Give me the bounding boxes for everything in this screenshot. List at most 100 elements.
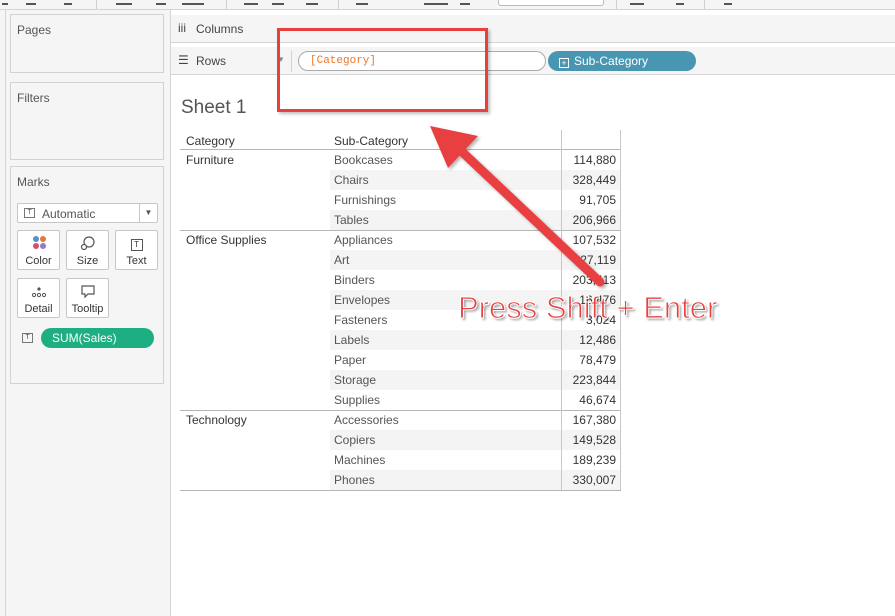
table-row[interactable]: Chairs 328,449 bbox=[330, 170, 620, 190]
sum-sales-pill[interactable]: SUM(Sales) bbox=[41, 328, 154, 348]
sub-category-cell[interactable]: Phones bbox=[334, 470, 375, 490]
size-label: Size bbox=[76, 255, 99, 267]
sub-category-cell[interactable]: Machines bbox=[334, 450, 385, 470]
sales-value-cell[interactable]: 189,239 bbox=[561, 450, 616, 470]
color-button[interactable]: Color bbox=[17, 230, 60, 270]
sub-category-cell[interactable]: Copiers bbox=[334, 430, 375, 450]
sheet-title: Sheet 1 bbox=[181, 97, 247, 118]
sales-value-cell[interactable]: 114,880 bbox=[561, 150, 617, 170]
table-row[interactable]: Storage 223,844 bbox=[330, 370, 620, 390]
size-button[interactable]: Size bbox=[66, 230, 109, 270]
sort-ascending-icon[interactable] bbox=[272, 0, 284, 5]
sort-descending-icon[interactable] bbox=[306, 0, 318, 5]
table-row[interactable]: Bookcases 114,880 bbox=[330, 150, 620, 170]
sub-category-cell[interactable]: Storage bbox=[334, 370, 376, 390]
sales-value-cell[interactable]: 223,844 bbox=[561, 370, 616, 390]
columns-icon: iii bbox=[178, 21, 186, 35]
table-row[interactable]: Paper 78,479 bbox=[330, 350, 620, 370]
group-icon[interactable] bbox=[424, 0, 448, 5]
sub-category-cell[interactable]: Labels bbox=[334, 330, 369, 350]
sub-category-pill-label: Sub-Category bbox=[574, 54, 649, 68]
tooltip-button[interactable]: Tooltip bbox=[66, 278, 109, 318]
labels-icon[interactable] bbox=[460, 0, 470, 5]
table-row[interactable]: Art 27,119 bbox=[330, 250, 620, 270]
table-row[interactable]: Appliances 107,532 bbox=[330, 230, 620, 250]
sales-value-cell[interactable]: 328,449 bbox=[561, 170, 616, 190]
sales-value-cell[interactable]: 91,705 bbox=[561, 190, 616, 210]
table-bottom-border bbox=[180, 490, 621, 491]
sub-category-cell[interactable]: Bookcases bbox=[334, 150, 393, 170]
marks-card: Marks T Automatic ▼ Color Size T Text De… bbox=[10, 166, 164, 384]
table-row[interactable]: Phones 330,007 bbox=[330, 470, 620, 490]
detail-label: Detail bbox=[24, 303, 53, 315]
table-row[interactable]: Copiers 149,528 bbox=[330, 430, 620, 450]
clear-sheet-icon[interactable] bbox=[182, 0, 204, 5]
toolbar-divider bbox=[226, 0, 227, 9]
fit-dropdown[interactable] bbox=[498, 0, 604, 6]
sub-category-cell[interactable]: Tables bbox=[334, 210, 369, 230]
highlight-icon[interactable] bbox=[356, 0, 368, 5]
category-cell[interactable]: Technology bbox=[180, 410, 330, 430]
sales-value-cell[interactable]: 203,413 bbox=[561, 270, 616, 290]
expand-icon[interactable]: + bbox=[559, 58, 569, 68]
sub-category-cell[interactable]: Accessories bbox=[334, 410, 399, 430]
new-datasource-icon[interactable] bbox=[2, 0, 8, 5]
sales-value-cell[interactable]: 27,119 bbox=[561, 250, 616, 270]
toolbar-divider bbox=[616, 0, 617, 9]
sub-category-cell[interactable]: Envelopes bbox=[334, 290, 390, 310]
sales-value-cell[interactable]: 167,380 bbox=[561, 410, 616, 430]
share-icon[interactable] bbox=[724, 0, 732, 5]
duplicate-icon[interactable] bbox=[156, 0, 166, 5]
sub-category-cell[interactable]: Furnishings bbox=[334, 190, 396, 210]
mark-type-dropdown[interactable]: T Automatic ▼ bbox=[17, 203, 158, 223]
filters-title: Filters bbox=[17, 91, 50, 105]
tooltip-icon bbox=[67, 284, 108, 299]
sub-category-cell[interactable]: Chairs bbox=[334, 170, 369, 190]
table-row[interactable]: Supplies 46,674 bbox=[330, 390, 620, 410]
sales-value-cell[interactable]: 78,479 bbox=[561, 350, 616, 370]
sub-category-pill[interactable]: + Sub-Category bbox=[548, 51, 696, 71]
table-row[interactable]: Furnishings 91,705 bbox=[330, 190, 620, 210]
sub-category-cell[interactable]: Appliances bbox=[334, 230, 393, 250]
sales-value-cell[interactable]: 330,007 bbox=[561, 470, 616, 490]
tooltip-toggle-icon[interactable] bbox=[676, 0, 684, 5]
toolbar bbox=[0, 0, 895, 10]
sub-category-header[interactable]: Sub-Category bbox=[330, 130, 561, 150]
marks-title: Marks bbox=[17, 175, 50, 189]
sales-value-cell[interactable]: 46,674 bbox=[561, 390, 616, 410]
pages-shelf[interactable]: Pages bbox=[10, 14, 164, 73]
detail-icon bbox=[18, 284, 59, 299]
swap-icon[interactable] bbox=[244, 0, 258, 5]
sub-category-cell[interactable]: Art bbox=[334, 250, 349, 270]
sub-category-cell[interactable]: Fasteners bbox=[334, 310, 387, 330]
fix-axes-icon[interactable] bbox=[630, 0, 644, 5]
rows-label: Rows bbox=[196, 54, 227, 68]
toolbar-divider bbox=[704, 0, 705, 9]
sales-value-cell[interactable]: 206,966 bbox=[561, 210, 616, 230]
category-cell[interactable]: Furniture bbox=[180, 150, 330, 170]
annotation-text: Press Shift + Enter bbox=[457, 290, 718, 326]
sub-category-cell[interactable]: Paper bbox=[334, 350, 366, 370]
text-icon: T bbox=[116, 236, 157, 251]
text-button[interactable]: T Text bbox=[115, 230, 158, 270]
color-label: Color bbox=[25, 255, 52, 267]
filters-shelf[interactable]: Filters bbox=[10, 82, 164, 160]
table-row[interactable]: Machines 189,239 bbox=[330, 450, 620, 470]
table-row[interactable]: Labels 12,486 bbox=[330, 330, 620, 350]
left-panel: Pages Filters Marks T Automatic ▼ Color bbox=[6, 10, 171, 616]
sales-value-cell[interactable]: 12,486 bbox=[561, 330, 616, 350]
toolbar-icon[interactable] bbox=[64, 0, 72, 5]
highlight-box bbox=[277, 28, 488, 112]
category-header[interactable]: Category bbox=[180, 130, 330, 150]
sub-category-cell[interactable]: Binders bbox=[334, 270, 375, 290]
category-cell[interactable]: Office Supplies bbox=[180, 230, 330, 250]
table-row[interactable]: Accessories 167,380 bbox=[330, 410, 620, 430]
toolbar-icon[interactable] bbox=[26, 0, 36, 5]
table-row[interactable]: Binders 203,413 bbox=[330, 270, 620, 290]
detail-button[interactable]: Detail bbox=[17, 278, 60, 318]
sales-value-cell[interactable]: 149,528 bbox=[561, 430, 616, 450]
new-sheet-icon[interactable] bbox=[116, 0, 132, 5]
sub-category-cell[interactable]: Supplies bbox=[334, 390, 380, 410]
table-row[interactable]: Tables 206,966 bbox=[330, 210, 620, 230]
sales-value-cell[interactable]: 107,532 bbox=[561, 230, 616, 250]
